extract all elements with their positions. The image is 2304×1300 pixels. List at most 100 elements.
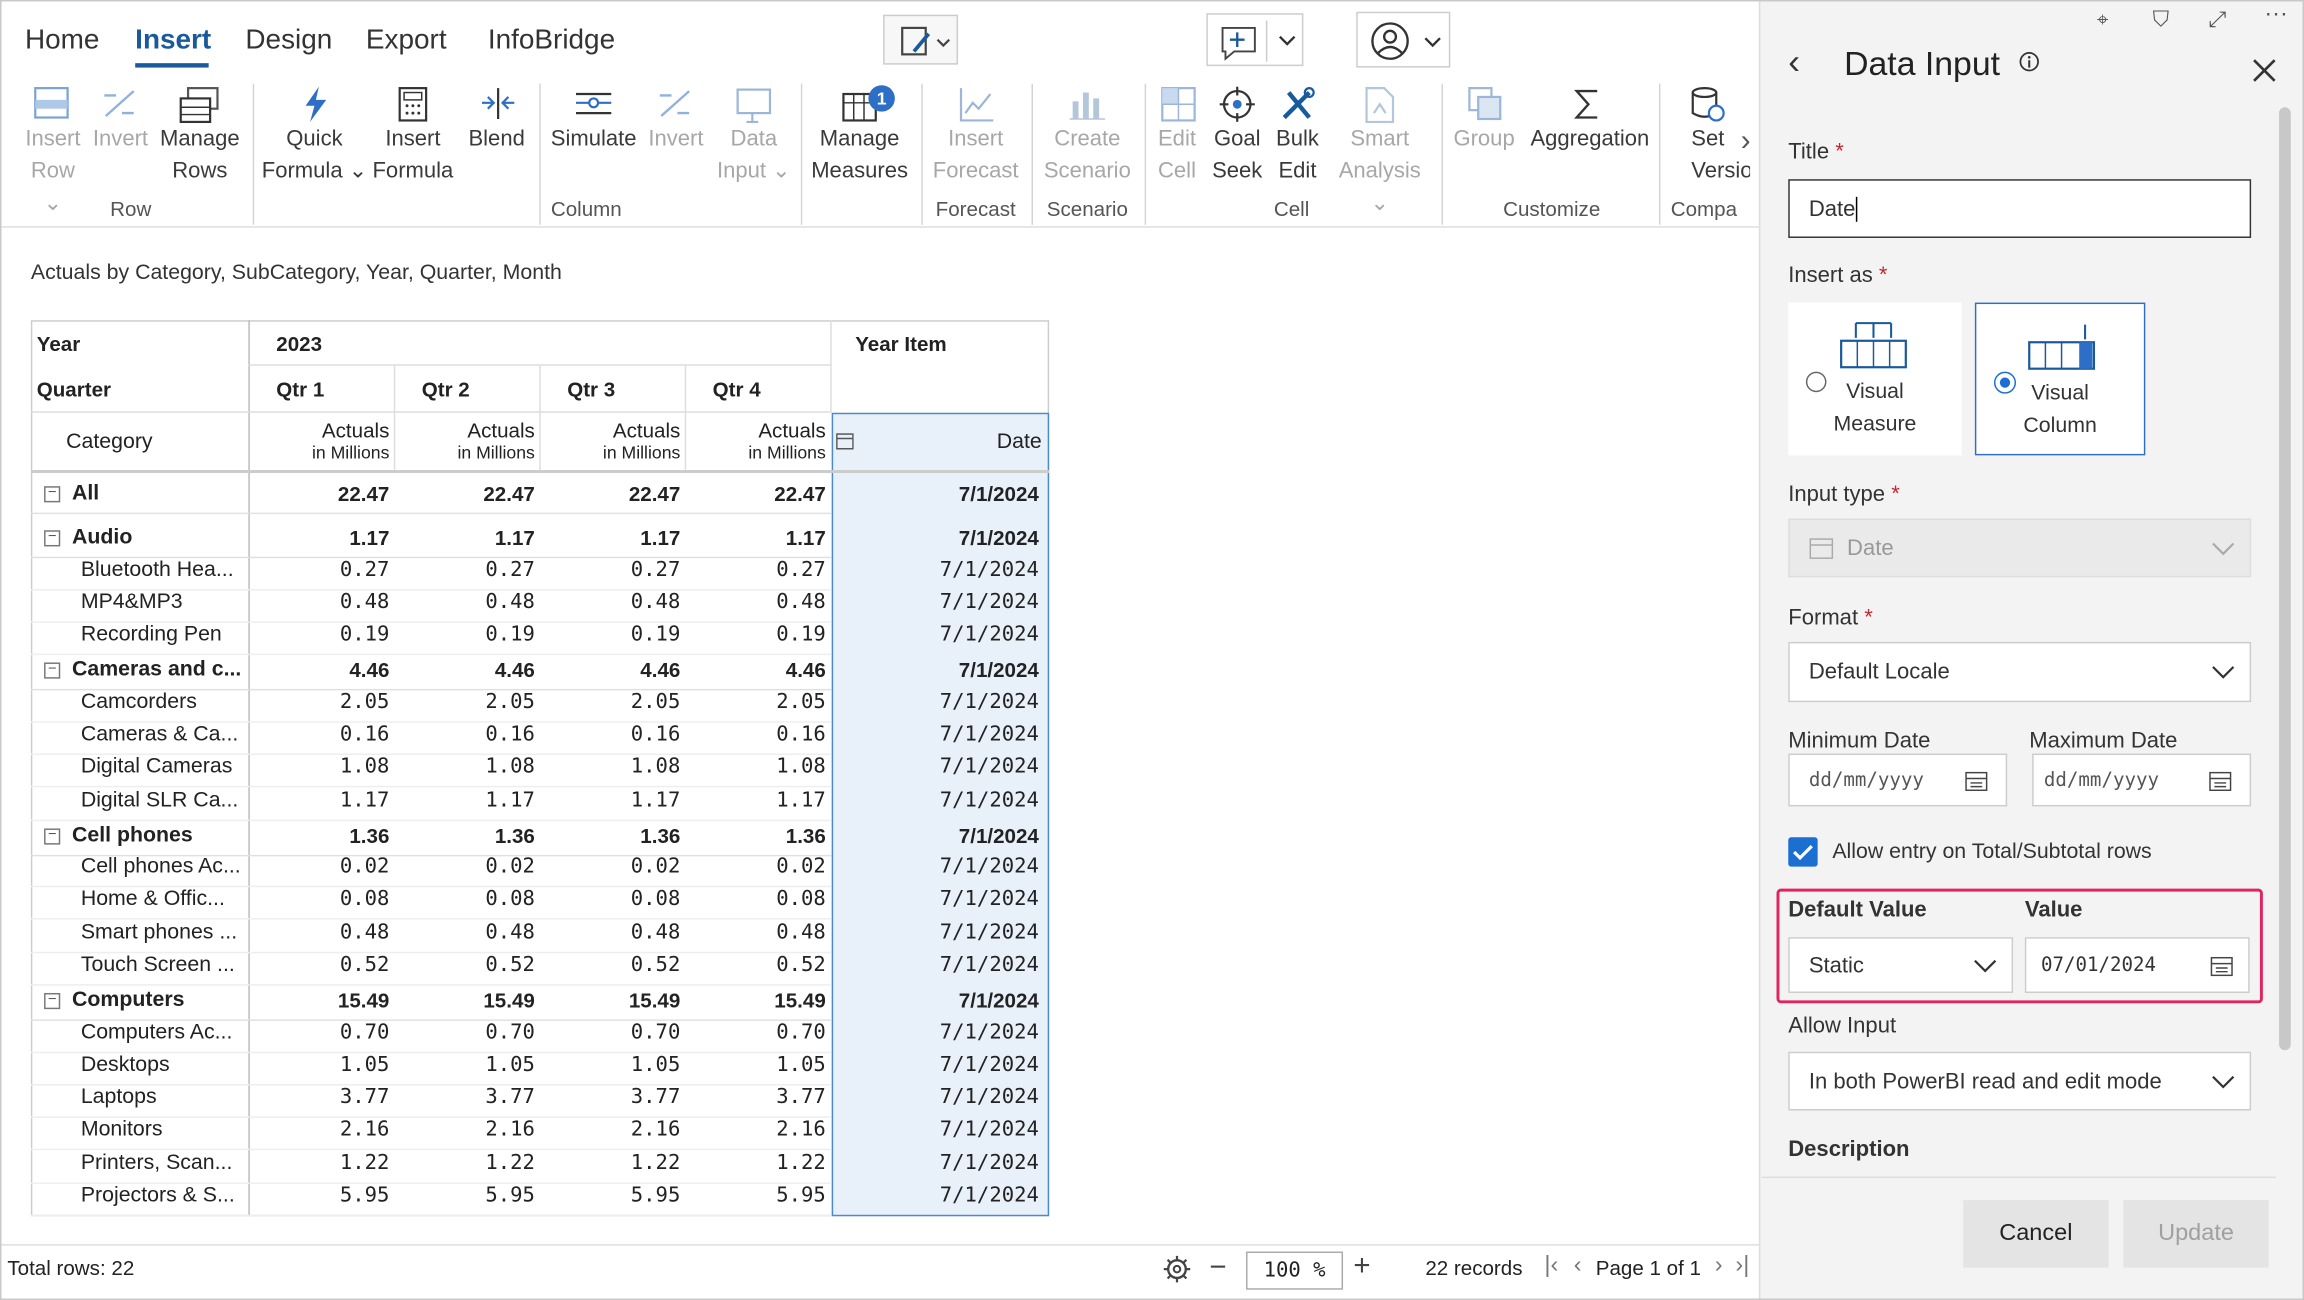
cell-value[interactable]: 5.95 bbox=[563, 1184, 681, 1208]
cell-value[interactable]: 0.48 bbox=[272, 590, 390, 614]
date-cell[interactable]: 7/1/2024 bbox=[883, 1152, 1039, 1176]
date-cell[interactable]: 7/1/2024 bbox=[883, 526, 1039, 550]
filter-icon[interactable]: ⛉ bbox=[2153, 7, 2170, 32]
cell-value[interactable]: 3.77 bbox=[563, 1086, 681, 1110]
cell-value[interactable]: 1.36 bbox=[563, 824, 680, 848]
cell-value[interactable]: 1.08 bbox=[272, 755, 390, 779]
cell-value[interactable]: 1.08 bbox=[708, 755, 826, 779]
blend-button[interactable]: Blend bbox=[460, 123, 533, 155]
cell-value[interactable]: 22.47 bbox=[272, 482, 389, 506]
cell-value[interactable]: 0.02 bbox=[272, 855, 390, 879]
cell-value[interactable]: 1.22 bbox=[272, 1152, 390, 1176]
menu-design[interactable]: Design bbox=[245, 25, 332, 57]
date-cell[interactable]: 7/1/2024 bbox=[883, 590, 1039, 614]
date-cell[interactable]: 7/1/2024 bbox=[883, 921, 1039, 945]
radio-visual-measure[interactable] bbox=[1805, 371, 1827, 393]
cell-value[interactable]: 0.02 bbox=[417, 855, 535, 879]
ribbon-scroll-right-icon[interactable]: › bbox=[1732, 125, 1758, 178]
cell-value[interactable]: 2.16 bbox=[708, 1118, 826, 1142]
title-input[interactable]: Date bbox=[1788, 179, 2252, 238]
cell-value[interactable]: 1.17 bbox=[708, 526, 826, 550]
cell-value[interactable]: 2.05 bbox=[563, 690, 681, 714]
input-type-select[interactable]: Date bbox=[1788, 518, 2252, 578]
cell-value[interactable]: 1.22 bbox=[708, 1152, 826, 1176]
cell-value[interactable]: 2.05 bbox=[417, 690, 535, 714]
visual-column-option[interactable]: Visual Column bbox=[1974, 302, 2146, 456]
edit-mode-toggle[interactable] bbox=[883, 14, 959, 65]
expand-icon[interactable]: ⤢ bbox=[2209, 7, 2227, 32]
cell-value[interactable]: 0.27 bbox=[708, 558, 826, 582]
cell-value[interactable]: 4.46 bbox=[417, 658, 535, 682]
more-options-icon[interactable]: ··· bbox=[2264, 1, 2287, 27]
date-cell[interactable]: 7/1/2024 bbox=[883, 824, 1039, 848]
cell-value[interactable]: 0.70 bbox=[417, 1021, 535, 1045]
cell-value[interactable]: 1.22 bbox=[417, 1152, 535, 1176]
close-icon[interactable] bbox=[2251, 57, 2277, 83]
collapse-toggle-icon[interactable]: − bbox=[44, 485, 61, 503]
cell-value[interactable]: 4.46 bbox=[563, 658, 680, 682]
cell-value[interactable]: 1.08 bbox=[563, 755, 681, 779]
cell-value[interactable]: 0.52 bbox=[417, 953, 535, 977]
bulk-edit-button[interactable]: Bulk Edit bbox=[1268, 123, 1327, 188]
date-cell[interactable]: 7/1/2024 bbox=[883, 690, 1039, 714]
cell-value[interactable]: 2.16 bbox=[417, 1118, 535, 1142]
cell-value[interactable]: 0.52 bbox=[563, 953, 681, 977]
cell-value[interactable]: 15.49 bbox=[417, 989, 534, 1013]
cell-value[interactable]: 3.77 bbox=[708, 1086, 826, 1110]
cell-value[interactable]: 4.46 bbox=[708, 658, 826, 682]
goal-seek-button[interactable]: Goal Seek bbox=[1206, 123, 1268, 188]
cell-value[interactable]: 0.27 bbox=[417, 558, 535, 582]
cell-value[interactable]: 1.05 bbox=[417, 1053, 535, 1077]
comment-button[interactable] bbox=[1206, 13, 1304, 67]
cell-value[interactable]: 0.70 bbox=[272, 1021, 390, 1045]
date-cell[interactable]: 7/1/2024 bbox=[883, 887, 1039, 911]
radio-visual-column[interactable] bbox=[1993, 371, 2017, 394]
insert-forecast-button[interactable]: Insert Forecast bbox=[930, 123, 1021, 188]
menu-infobridge[interactable]: InfoBridge bbox=[488, 25, 615, 57]
cell-value[interactable]: 1.05 bbox=[272, 1053, 390, 1077]
date-cell[interactable]: 7/1/2024 bbox=[883, 558, 1039, 582]
calendar-icon[interactable] bbox=[2210, 955, 2234, 977]
cell-value[interactable]: 22.47 bbox=[708, 482, 825, 506]
date-cell[interactable]: 7/1/2024 bbox=[883, 1086, 1039, 1110]
date-cell[interactable]: 7/1/2024 bbox=[883, 482, 1039, 506]
cell-value[interactable]: 0.02 bbox=[708, 855, 826, 879]
cell-value[interactable]: 1.17 bbox=[417, 526, 535, 550]
panel-back-icon[interactable]: ‹ bbox=[1788, 43, 1800, 84]
date-cell[interactable]: 7/1/2024 bbox=[883, 855, 1039, 879]
format-select[interactable]: Default Locale bbox=[1788, 641, 2252, 703]
date-cell[interactable]: 7/1/2024 bbox=[883, 755, 1039, 779]
cell-value[interactable]: 0.02 bbox=[563, 855, 681, 879]
menu-export[interactable]: Export bbox=[366, 25, 447, 57]
cell-value[interactable]: 1.17 bbox=[563, 789, 681, 813]
cell-value[interactable]: 1.05 bbox=[563, 1053, 681, 1077]
invert-row-button[interactable]: Invert bbox=[87, 123, 155, 155]
cell-value[interactable]: 1.05 bbox=[708, 1053, 826, 1077]
cell-value[interactable]: 0.48 bbox=[563, 921, 681, 945]
invert-column-button[interactable]: Invert bbox=[642, 123, 710, 155]
cancel-button[interactable]: Cancel bbox=[1963, 1200, 2109, 1268]
cell-value[interactable]: 0.27 bbox=[563, 558, 681, 582]
collapse-toggle-icon[interactable]: − bbox=[44, 530, 61, 547]
date-cell[interactable]: 7/1/2024 bbox=[883, 989, 1039, 1013]
cell-value[interactable]: 0.48 bbox=[272, 921, 390, 945]
cell-value[interactable]: 1.36 bbox=[417, 824, 535, 848]
cell-value[interactable]: 0.08 bbox=[708, 887, 826, 911]
edit-cell-button[interactable]: Edit Cell bbox=[1148, 123, 1207, 188]
cell-value[interactable]: 0.19 bbox=[272, 623, 390, 647]
cell-value[interactable]: 0.16 bbox=[417, 723, 535, 747]
cell-value[interactable]: 2.16 bbox=[272, 1118, 390, 1142]
first-page-icon[interactable]: |‹ bbox=[1544, 1253, 1558, 1279]
next-page-icon[interactable]: › bbox=[1715, 1253, 1723, 1279]
info-icon[interactable] bbox=[2019, 51, 2040, 72]
collapse-toggle-icon[interactable]: − bbox=[44, 828, 61, 845]
cell-value[interactable]: 1.22 bbox=[563, 1152, 681, 1176]
cell-value[interactable]: 0.48 bbox=[708, 590, 826, 614]
cell-value[interactable]: 1.17 bbox=[563, 526, 680, 550]
date-cell[interactable]: 7/1/2024 bbox=[883, 1118, 1039, 1142]
cell-value[interactable]: 15.49 bbox=[563, 989, 680, 1013]
cell-value[interactable]: 15.49 bbox=[708, 989, 825, 1013]
cell-value[interactable]: 2.05 bbox=[708, 690, 826, 714]
pin-icon[interactable]: ⌖ bbox=[2097, 7, 2109, 32]
settings-gear-icon[interactable] bbox=[1162, 1254, 1191, 1283]
